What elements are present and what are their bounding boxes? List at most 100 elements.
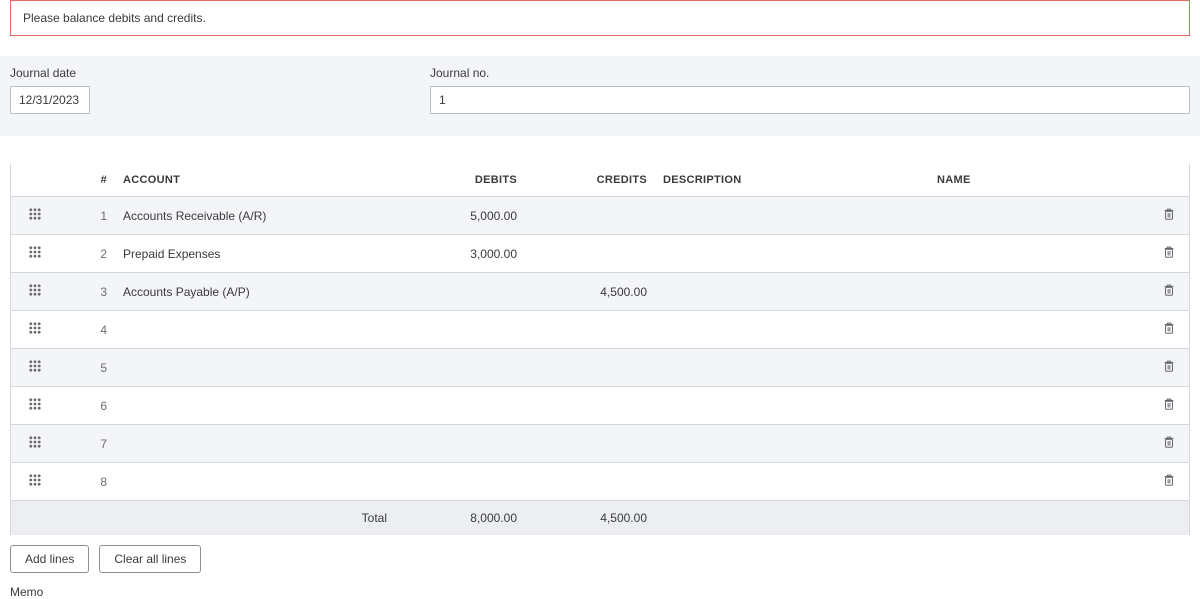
description-cell[interactable]	[655, 311, 929, 349]
debits-cell[interactable]: 3,000.00	[395, 235, 525, 273]
account-cell[interactable]	[115, 387, 395, 425]
description-cell[interactable]	[655, 463, 929, 501]
name-cell[interactable]	[929, 387, 1149, 425]
trash-icon	[1162, 207, 1176, 221]
drag-handle[interactable]	[11, 349, 59, 387]
drag-handle-icon	[28, 359, 42, 373]
table-row[interactable]: 5	[11, 349, 1189, 387]
credits-cell[interactable]	[525, 311, 655, 349]
delete-row-button[interactable]	[1149, 197, 1189, 235]
debits-cell[interactable]	[395, 387, 525, 425]
account-cell[interactable]: Accounts Receivable (A/R)	[115, 197, 395, 235]
header-num: #	[59, 164, 115, 197]
credits-cell[interactable]	[525, 197, 655, 235]
journal-date-label: Journal date	[10, 66, 90, 80]
drag-handle-icon	[28, 473, 42, 487]
row-number: 6	[59, 387, 115, 425]
drag-handle[interactable]	[11, 235, 59, 273]
account-cell[interactable]: Prepaid Expenses	[115, 235, 395, 273]
description-cell[interactable]	[655, 425, 929, 463]
drag-handle[interactable]	[11, 311, 59, 349]
trash-icon	[1162, 321, 1176, 335]
delete-row-button[interactable]	[1149, 463, 1189, 501]
trash-icon	[1162, 283, 1176, 297]
name-cell[interactable]	[929, 197, 1149, 235]
trash-icon	[1162, 473, 1176, 487]
trash-icon	[1162, 359, 1176, 373]
drag-handle[interactable]	[11, 463, 59, 501]
account-cell[interactable]	[115, 349, 395, 387]
row-number: 7	[59, 425, 115, 463]
table-row[interactable]: 4	[11, 311, 1189, 349]
journal-lines-table: # ACCOUNT DEBITS CREDITS DESCRIPTION NAM…	[11, 164, 1189, 535]
delete-row-button[interactable]	[1149, 311, 1189, 349]
journal-lines-table-wrap: # ACCOUNT DEBITS CREDITS DESCRIPTION NAM…	[10, 164, 1190, 535]
credits-cell[interactable]: 4,500.00	[525, 273, 655, 311]
delete-row-button[interactable]	[1149, 425, 1189, 463]
description-cell[interactable]	[655, 197, 929, 235]
credits-cell[interactable]	[525, 425, 655, 463]
drag-handle[interactable]	[11, 425, 59, 463]
debits-cell[interactable]	[395, 425, 525, 463]
debits-cell[interactable]	[395, 463, 525, 501]
credits-cell[interactable]	[525, 349, 655, 387]
journal-no-input[interactable]	[430, 86, 1190, 114]
debits-cell[interactable]: 5,000.00	[395, 197, 525, 235]
table-row[interactable]: 7	[11, 425, 1189, 463]
table-row[interactable]: 3 Accounts Payable (A/P) 4,500.00	[11, 273, 1189, 311]
table-row[interactable]: 2 Prepaid Expenses 3,000.00	[11, 235, 1189, 273]
description-cell[interactable]	[655, 235, 929, 273]
row-number: 8	[59, 463, 115, 501]
drag-handle-icon	[28, 397, 42, 411]
drag-handle[interactable]	[11, 273, 59, 311]
credits-cell[interactable]	[525, 387, 655, 425]
table-row[interactable]: 8	[11, 463, 1189, 501]
delete-row-button[interactable]	[1149, 387, 1189, 425]
row-number: 3	[59, 273, 115, 311]
drag-handle[interactable]	[11, 387, 59, 425]
description-cell[interactable]	[655, 349, 929, 387]
account-cell[interactable]: Accounts Payable (A/P)	[115, 273, 395, 311]
table-actions: Add lines Clear all lines	[10, 545, 1190, 573]
drag-handle-icon	[28, 321, 42, 335]
table-header-row: # ACCOUNT DEBITS CREDITS DESCRIPTION NAM…	[11, 164, 1189, 197]
header-debits: DEBITS	[395, 164, 525, 197]
memo-label: Memo	[10, 585, 1190, 599]
form-header: Journal date Journal no.	[0, 56, 1200, 136]
debits-cell[interactable]	[395, 311, 525, 349]
delete-row-button[interactable]	[1149, 349, 1189, 387]
header-description: DESCRIPTION	[655, 164, 929, 197]
journal-no-group: Journal no.	[130, 66, 1190, 114]
totals-credits: 4,500.00	[525, 501, 655, 536]
name-cell[interactable]	[929, 235, 1149, 273]
account-cell[interactable]	[115, 311, 395, 349]
add-lines-button[interactable]: Add lines	[10, 545, 89, 573]
name-cell[interactable]	[929, 311, 1149, 349]
header-credits: CREDITS	[525, 164, 655, 197]
drag-handle-icon	[28, 435, 42, 449]
description-cell[interactable]	[655, 273, 929, 311]
clear-all-lines-button[interactable]: Clear all lines	[99, 545, 201, 573]
row-number: 2	[59, 235, 115, 273]
table-row[interactable]: 1 Accounts Receivable (A/R) 5,000.00	[11, 197, 1189, 235]
delete-row-button[interactable]	[1149, 273, 1189, 311]
row-number: 1	[59, 197, 115, 235]
table-row[interactable]: 6	[11, 387, 1189, 425]
header-drag	[11, 164, 59, 197]
description-cell[interactable]	[655, 387, 929, 425]
delete-row-button[interactable]	[1149, 235, 1189, 273]
account-cell[interactable]	[115, 425, 395, 463]
name-cell[interactable]	[929, 463, 1149, 501]
journal-date-input[interactable]	[10, 86, 90, 114]
totals-row: Total 8,000.00 4,500.00	[11, 501, 1189, 536]
credits-cell[interactable]	[525, 463, 655, 501]
name-cell[interactable]	[929, 273, 1149, 311]
name-cell[interactable]	[929, 425, 1149, 463]
drag-handle[interactable]	[11, 197, 59, 235]
debits-cell[interactable]	[395, 273, 525, 311]
account-cell[interactable]	[115, 463, 395, 501]
header-name: NAME	[929, 164, 1149, 197]
credits-cell[interactable]	[525, 235, 655, 273]
name-cell[interactable]	[929, 349, 1149, 387]
debits-cell[interactable]	[395, 349, 525, 387]
